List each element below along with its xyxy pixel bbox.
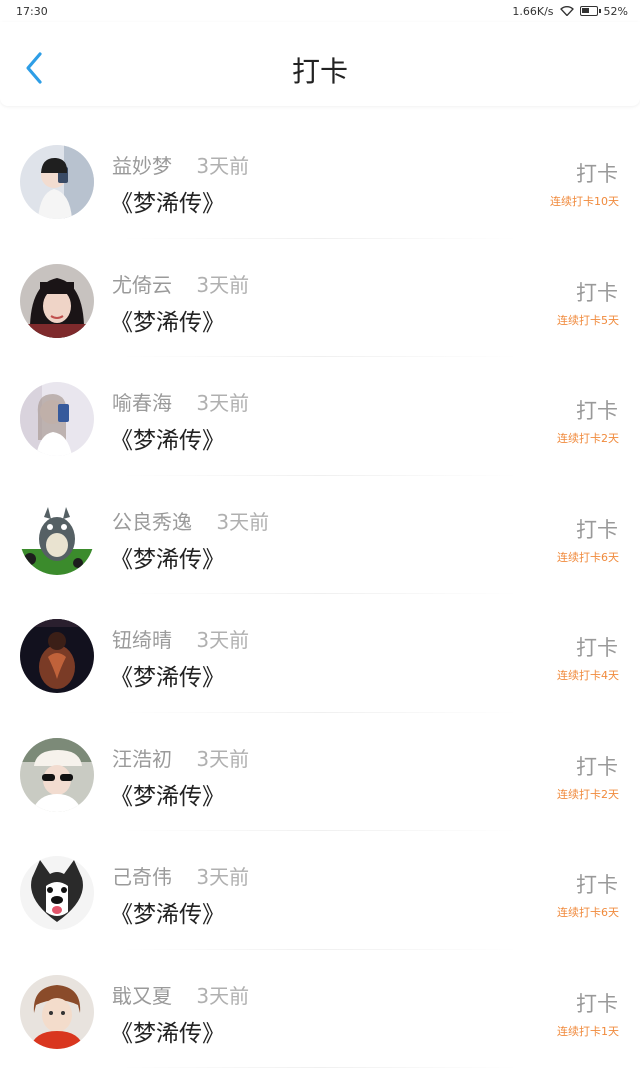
avatar[interactable] xyxy=(20,856,94,930)
user-name: 益妙梦 xyxy=(112,154,172,178)
book-title: 《梦浠传》 xyxy=(110,895,225,929)
checkin-button[interactable]: 打卡 xyxy=(576,158,618,188)
book-title: 《梦浠传》 xyxy=(110,303,225,337)
book-title: 《梦浠传》 xyxy=(110,1014,225,1048)
book-title: 《梦浠传》 xyxy=(110,421,225,455)
post-time: 3天前 xyxy=(196,273,249,297)
checkin-button[interactable]: 打卡 xyxy=(576,277,618,307)
page-title: 打卡 xyxy=(0,50,640,90)
avatar[interactable] xyxy=(20,145,94,219)
name-line: 己奇伟 3天前 xyxy=(112,861,249,890)
name-line: 戢又夏 3天前 xyxy=(112,980,249,1009)
checkin-button[interactable]: 打卡 xyxy=(576,395,618,425)
user-name: 尤倚云 xyxy=(112,273,172,297)
streak-count: 连续打卡2天 xyxy=(557,430,619,446)
checkin-button[interactable]: 打卡 xyxy=(576,751,618,781)
post-time: 3天前 xyxy=(196,628,249,652)
list-item[interactable]: 汪浩初 3天前 《梦浠传》 打卡 连续打卡2天 xyxy=(0,713,640,832)
checkin-list: 益妙梦 3天前 《梦浠传》 打卡 连续打卡10天 尤倚云 3天前 《梦浠传》 打… xyxy=(0,120,640,1068)
user-name: 钮绮晴 xyxy=(112,628,172,652)
avatar[interactable] xyxy=(20,264,94,338)
name-line: 喻春海 3天前 xyxy=(112,387,249,416)
list-item[interactable]: 益妙梦 3天前 《梦浠传》 打卡 连续打卡10天 xyxy=(0,120,640,239)
streak-count: 连续打卡10天 xyxy=(550,193,619,209)
streak-count: 连续打卡2天 xyxy=(557,786,619,802)
checkin-button[interactable]: 打卡 xyxy=(576,514,618,544)
list-item[interactable]: 喻春海 3天前 《梦浠传》 打卡 连续打卡2天 xyxy=(0,357,640,476)
post-time: 3天前 xyxy=(196,391,249,415)
network-speed: 1.66K/s xyxy=(512,5,553,18)
name-line: 尤倚云 3天前 xyxy=(112,269,249,298)
book-title: 《梦浠传》 xyxy=(110,540,225,574)
checkin-button[interactable]: 打卡 xyxy=(576,869,618,899)
list-item[interactable]: 公良秀逸 3天前 《梦浠传》 打卡 连续打卡6天 xyxy=(0,476,640,595)
post-time: 3天前 xyxy=(216,510,269,534)
streak-count: 连续打卡1天 xyxy=(557,1023,619,1039)
battery-icon xyxy=(580,6,598,16)
user-name: 己奇伟 xyxy=(112,865,172,889)
streak-count: 连续打卡6天 xyxy=(557,549,619,565)
avatar[interactable] xyxy=(20,975,94,1049)
avatar[interactable] xyxy=(20,619,94,693)
header: 打卡 xyxy=(0,22,640,106)
book-title: 《梦浠传》 xyxy=(110,184,225,218)
user-name: 汪浩初 xyxy=(112,747,172,771)
battery-level: 52% xyxy=(604,5,628,18)
book-title: 《梦浠传》 xyxy=(110,658,225,692)
name-line: 益妙梦 3天前 xyxy=(112,150,249,179)
avatar[interactable] xyxy=(20,738,94,812)
wifi-icon xyxy=(560,6,574,16)
avatar[interactable] xyxy=(20,501,94,575)
streak-count: 连续打卡5天 xyxy=(557,312,619,328)
post-time: 3天前 xyxy=(196,747,249,771)
post-time: 3天前 xyxy=(196,865,249,889)
list-item[interactable]: 戢又夏 3天前 《梦浠传》 打卡 连续打卡1天 xyxy=(0,950,640,1068)
status-time: 17:30 xyxy=(16,5,48,18)
status-right: 1.66K/s 52% xyxy=(512,5,628,18)
list-item[interactable]: 钮绮晴 3天前 《梦浠传》 打卡 连续打卡4天 xyxy=(0,594,640,713)
status-bar: 17:30 1.66K/s 52% xyxy=(0,0,640,22)
book-title: 《梦浠传》 xyxy=(110,777,225,811)
post-time: 3天前 xyxy=(196,154,249,178)
name-line: 汪浩初 3天前 xyxy=(112,743,249,772)
user-name: 戢又夏 xyxy=(112,984,172,1008)
checkin-button[interactable]: 打卡 xyxy=(576,632,618,662)
checkin-button[interactable]: 打卡 xyxy=(576,988,618,1018)
name-line: 钮绮晴 3天前 xyxy=(112,624,249,653)
streak-count: 连续打卡4天 xyxy=(557,667,619,683)
streak-count: 连续打卡6天 xyxy=(557,904,619,920)
user-name: 公良秀逸 xyxy=(112,510,192,534)
name-line: 公良秀逸 3天前 xyxy=(112,506,269,535)
user-name: 喻春海 xyxy=(112,391,172,415)
post-time: 3天前 xyxy=(196,984,249,1008)
avatar[interactable] xyxy=(20,382,94,456)
list-item[interactable]: 尤倚云 3天前 《梦浠传》 打卡 连续打卡5天 xyxy=(0,239,640,358)
list-item[interactable]: 己奇伟 3天前 《梦浠传》 打卡 连续打卡6天 xyxy=(0,831,640,950)
